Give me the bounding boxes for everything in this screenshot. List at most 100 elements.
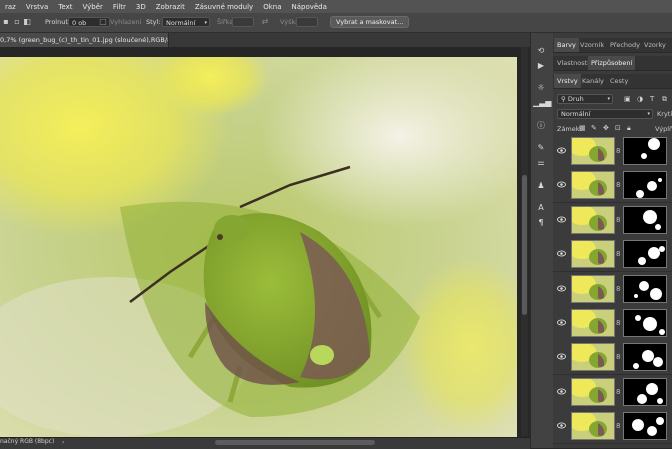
menu-item[interactable]: raz <box>0 3 21 11</box>
subtract-selection-icon[interactable]: ◧ <box>22 17 32 27</box>
menu-item[interactable]: 3D <box>131 3 151 11</box>
tab-properties[interactable]: Vlastnosti <box>554 56 592 70</box>
tab-adjustments[interactable]: Přizpůsobení <box>588 56 636 70</box>
menu-item[interactable]: Výběr <box>78 3 108 11</box>
pixel-filter-icon[interactable]: ▣ <box>624 95 631 103</box>
height-input[interactable] <box>296 17 318 27</box>
layer-row[interactable]: 8 <box>553 409 672 445</box>
layer-row[interactable]: 8 <box>553 374 672 410</box>
play-icon[interactable]: ▶ <box>533 60 549 72</box>
link-icon[interactable]: 8 <box>616 249 622 259</box>
new-selection-icon[interactable]: ▪ <box>1 17 11 27</box>
adjust-icon[interactable]: ⚌ <box>533 157 549 169</box>
link-icon[interactable]: 8 <box>616 318 622 328</box>
lock-transparent-icon[interactable]: ▦ <box>579 124 586 132</box>
character-icon[interactable]: A <box>533 202 549 214</box>
lock-all-icon[interactable]: 🔒︎ <box>627 124 631 133</box>
type-filter-icon[interactable]: T <box>650 95 654 103</box>
canvas-image[interactable] <box>0 57 517 437</box>
layer-mask-thumbnail[interactable] <box>623 205 667 234</box>
layer-mask-thumbnail[interactable] <box>623 377 667 406</box>
link-icon[interactable]: 8 <box>616 146 622 156</box>
visibility-eye-icon[interactable] <box>557 318 566 327</box>
tab-paths[interactable]: Cesty <box>607 74 631 88</box>
layer-row[interactable]: 8 <box>553 271 672 307</box>
link-icon[interactable]: 8 <box>616 352 622 362</box>
info-icon[interactable]: ⓘ <box>533 120 549 132</box>
layer-mask-thumbnail[interactable] <box>623 171 667 200</box>
shape-filter-icon[interactable]: ⧉ <box>662 95 667 104</box>
menu-item[interactable]: Zobrazit <box>151 3 190 11</box>
tab-colors[interactable]: Barvy <box>554 38 579 52</box>
layer-thumbnail[interactable] <box>571 309 615 337</box>
menu-item[interactable]: Vrstva <box>21 3 54 11</box>
chevron-down-icon: ▾ <box>607 96 610 102</box>
paragraph-icon[interactable]: ¶ <box>533 217 549 229</box>
adjustment-filter-icon[interactable]: ◑ <box>637 95 643 103</box>
link-icon[interactable]: 8 <box>616 180 622 190</box>
brush-settings-icon[interactable]: ✎ <box>533 142 549 154</box>
select-and-mask-button[interactable]: Vybrat a maskovat... <box>330 16 410 28</box>
style-select[interactable]: Normální ▾ <box>162 17 210 27</box>
people-icon[interactable]: ♟ <box>533 180 549 192</box>
layer-mask-thumbnail[interactable] <box>623 240 667 269</box>
visibility-eye-icon[interactable] <box>557 352 566 361</box>
link-icon[interactable]: 8 <box>616 284 622 294</box>
lock-image-icon[interactable]: ✎ <box>591 124 597 132</box>
layer-thumbnail[interactable] <box>571 137 615 165</box>
layer-mask-thumbnail[interactable] <box>623 309 667 337</box>
layer-thumbnail[interactable] <box>571 412 615 441</box>
blend-mode-select[interactable]: Normální ▾ <box>557 109 653 119</box>
layer-row[interactable]: 8 <box>553 202 672 238</box>
visibility-eye-icon[interactable] <box>557 146 566 155</box>
histogram-icon[interactable]: ▁▃▅ <box>533 97 551 109</box>
visibility-eye-icon[interactable] <box>557 421 566 430</box>
tab-layers[interactable]: Vrstvy <box>554 74 581 88</box>
visibility-eye-icon[interactable] <box>557 180 566 189</box>
swap-icon[interactable]: ⇄ <box>260 17 270 27</box>
layer-thumbnail[interactable] <box>571 274 615 303</box>
layer-mask-thumbnail[interactable] <box>623 137 667 165</box>
document-tab[interactable]: 0,7% (green_bug_(c)_th_tin_01.jpg (slouč… <box>0 33 169 47</box>
layer-mask-thumbnail[interactable] <box>623 274 667 303</box>
sun-icon[interactable]: ☼ <box>533 82 549 94</box>
tab-swatches[interactable]: Vzorník <box>577 38 607 52</box>
visibility-eye-icon[interactable] <box>557 249 566 258</box>
menu-item[interactable]: Filtr <box>108 3 131 11</box>
link-icon[interactable]: 8 <box>616 421 622 431</box>
width-input[interactable] <box>232 17 254 27</box>
layer-mask-thumbnail[interactable] <box>623 343 667 372</box>
layer-filter-select[interactable]: ⚲ Druh ▾ <box>557 94 613 104</box>
horizontal-scrollbar-thumb[interactable] <box>215 440 375 445</box>
layer-thumbnail[interactable] <box>571 171 615 200</box>
link-icon[interactable]: 8 <box>616 387 622 397</box>
layer-mask-thumbnail[interactable] <box>623 412 667 441</box>
artboard-lock-icon[interactable]: ⊡ <box>615 124 621 132</box>
chevron-right-icon[interactable]: › <box>62 439 64 446</box>
lock-position-icon[interactable]: ✥ <box>603 124 609 132</box>
menu-item[interactable]: Zásuvné moduly <box>190 3 258 11</box>
add-selection-icon[interactable]: ▫ <box>12 17 22 27</box>
history-brush-icon[interactable]: ⟲ <box>533 45 549 57</box>
visibility-eye-icon[interactable] <box>557 387 566 396</box>
layer-row[interactable]: 8 <box>553 237 672 273</box>
visibility-eye-icon[interactable] <box>557 215 566 224</box>
layer-row[interactable]: 8 <box>553 168 672 204</box>
menu-item[interactable]: Text <box>53 3 77 11</box>
tab-channels[interactable]: Kanály <box>579 74 607 88</box>
menu-item[interactable]: Nápověda <box>286 3 331 11</box>
layer-row[interactable]: 8 <box>553 340 672 376</box>
vertical-scrollbar-thumb[interactable] <box>522 175 527 315</box>
menu-item[interactable]: Okna <box>258 3 286 11</box>
tab-patterns[interactable]: Vzorky <box>641 38 669 52</box>
tab-gradients[interactable]: Přechody <box>607 38 643 52</box>
layer-thumbnail[interactable] <box>571 240 615 269</box>
visibility-eye-icon[interactable] <box>557 284 566 293</box>
layer-row[interactable]: 8 <box>553 306 672 341</box>
layer-thumbnail[interactable] <box>571 205 615 234</box>
antialias-checkbox[interactable]: □ <box>98 17 108 27</box>
layer-thumbnail[interactable] <box>571 377 615 406</box>
layer-thumbnail[interactable] <box>571 343 615 372</box>
link-icon[interactable]: 8 <box>616 215 622 225</box>
layer-row[interactable]: 8 <box>553 134 672 169</box>
